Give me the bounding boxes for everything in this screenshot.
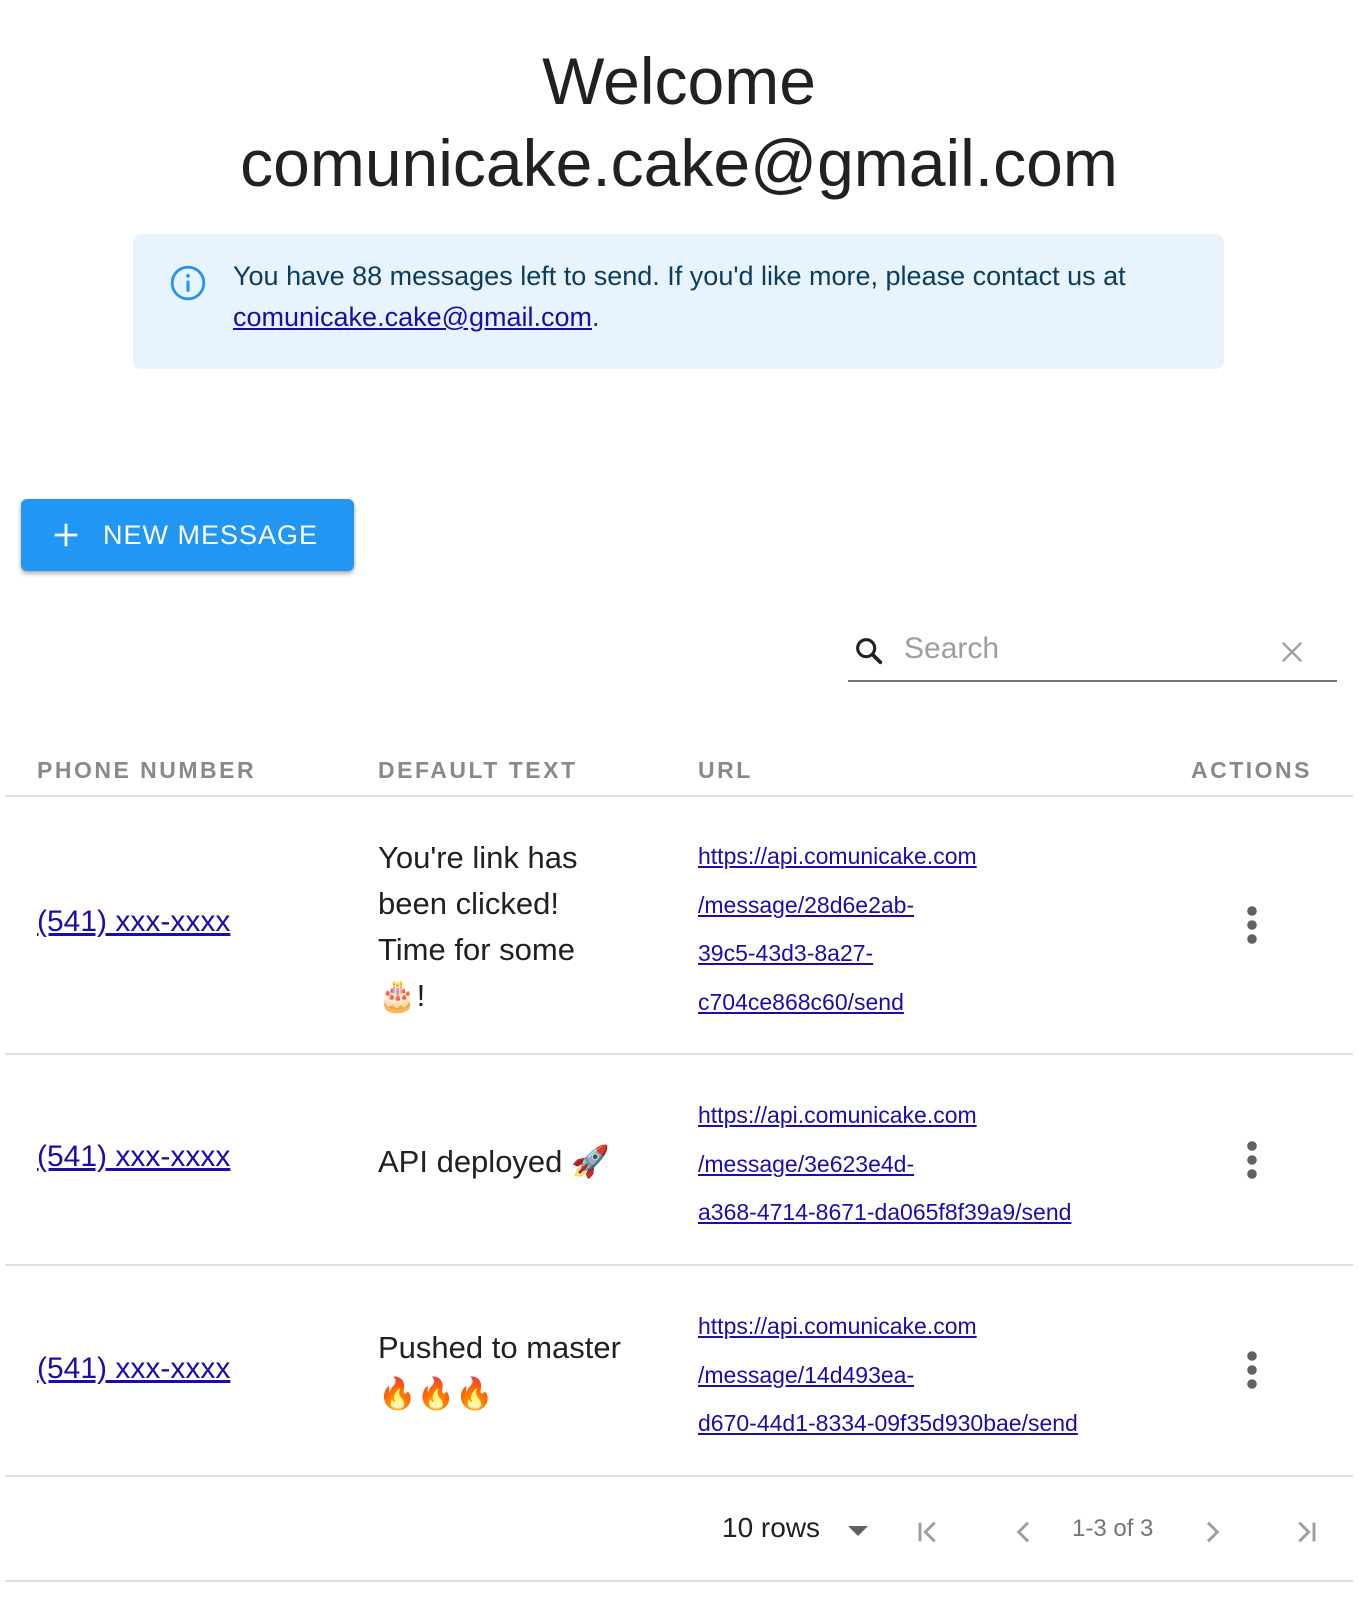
url-line: https://api.comunicake.com: [698, 843, 977, 869]
url-line: d670-44d1-8334-09f35d930bae/send: [698, 1410, 1078, 1436]
user-email-heading: comunicake.cake@gmail.com: [240, 126, 1118, 200]
more-actions-icon[interactable]: [1238, 1350, 1266, 1390]
first-page-icon[interactable]: [912, 1516, 944, 1548]
alert-text: You have 88 messages left to send. If yo…: [233, 261, 1126, 291]
url-line: 39c5-43d3-8a27-: [698, 940, 874, 966]
previous-page-icon[interactable]: [1008, 1516, 1040, 1548]
default-text-cell: Pushed to master 🔥🔥🔥: [378, 1330, 621, 1411]
column-header-url[interactable]: URL: [698, 757, 753, 784]
message-url-link[interactable]: https://api.comunicake.com /message/14d4…: [698, 1302, 1148, 1448]
search-icon: [856, 638, 883, 665]
contact-email-link[interactable]: comunicake.cake@gmail.com: [233, 302, 592, 332]
search-input[interactable]: [902, 626, 1266, 672]
column-header-default-text[interactable]: DEFAULT TEXT: [378, 757, 578, 784]
row-divider: [5, 1475, 1353, 1477]
message-url-link[interactable]: https://api.comunicake.com /message/28d6…: [698, 832, 1148, 1026]
row-divider: [5, 1264, 1353, 1266]
phone-number-link[interactable]: (541) xxx-xxxx: [37, 905, 230, 939]
rows-per-page-value: 10 rows: [722, 1512, 821, 1543]
header-divider: [5, 795, 1353, 797]
pagination-range: 1-3 of 3: [1072, 1515, 1154, 1542]
last-page-icon[interactable]: [1290, 1516, 1322, 1548]
plus-icon: [54, 523, 78, 547]
footer-divider: [5, 1580, 1353, 1582]
info-alert: You have 88 messages left to send. If yo…: [133, 234, 1224, 369]
alert-suffix: .: [592, 302, 600, 332]
welcome-heading: Welcome: [542, 44, 816, 118]
url-line: a368-4714-8671-da065f8f39a9/send: [698, 1199, 1072, 1225]
dropdown-arrow-icon: [848, 1526, 869, 1536]
default-text-cell: API deployed 🚀: [378, 1144, 610, 1179]
url-line: https://api.comunicake.com: [698, 1313, 977, 1339]
default-text-cell: You're link has been clicked! Time for s…: [378, 840, 578, 1013]
url-line: c704ce868c60/send: [698, 988, 904, 1015]
more-actions-icon[interactable]: [1238, 1140, 1266, 1180]
url-line: /message/28d6e2ab-: [698, 891, 915, 918]
info-icon: [170, 265, 206, 301]
new-message-label: NEW MESSAGE: [103, 519, 319, 550]
clear-search-icon[interactable]: [1278, 638, 1306, 666]
message-url-link[interactable]: https://api.comunicake.com /message/3e62…: [698, 1091, 1148, 1237]
new-message-button[interactable]: NEW MESSAGE: [21, 499, 354, 571]
page-title: Welcome comunicake.cake@gmail.com: [0, 40, 1358, 204]
next-page-icon[interactable]: [1196, 1516, 1228, 1548]
phone-number-link[interactable]: (541) xxx-xxxx: [37, 1352, 230, 1386]
column-header-actions: ACTIONS: [1191, 757, 1312, 783]
more-actions-icon[interactable]: [1238, 905, 1266, 945]
search-field: [848, 620, 1337, 682]
row-divider: [5, 1053, 1353, 1055]
alert-message: You have 88 messages left to send. If yo…: [233, 256, 1193, 338]
column-header-phone-number[interactable]: PHONE NUMBER: [37, 757, 256, 784]
rows-per-page-select[interactable]: 10 rows: [722, 1512, 870, 1544]
url-line: /message/3e623e4d-: [698, 1150, 915, 1177]
phone-number-link[interactable]: (541) xxx-xxxx: [37, 1140, 230, 1174]
url-line: /message/14d493ea-: [698, 1361, 915, 1388]
url-line: https://api.comunicake.com: [698, 1102, 977, 1128]
